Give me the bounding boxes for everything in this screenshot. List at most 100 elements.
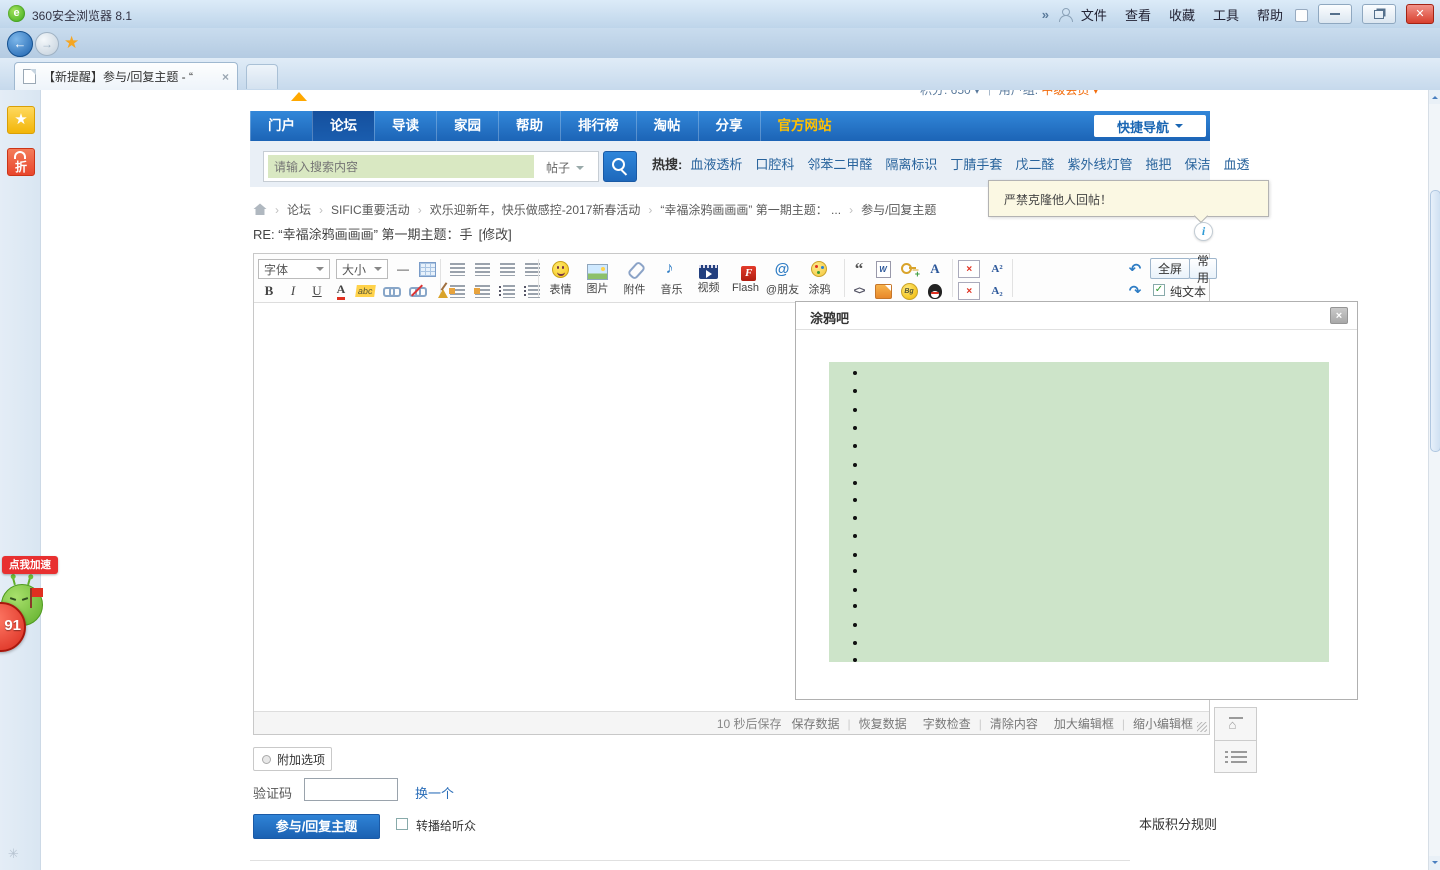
insert-table-button[interactable] xyxy=(416,259,438,279)
skin-theme-icon[interactable] xyxy=(1293,8,1308,21)
fullscreen-button[interactable]: 全屏 xyxy=(1150,258,1190,279)
bookmark-star-icon[interactable]: ★ xyxy=(64,33,79,53)
underline-button[interactable]: U xyxy=(306,281,328,301)
font-style-button[interactable]: A xyxy=(924,259,946,279)
font-color-button[interactable]: A xyxy=(330,281,352,301)
editor-action-link[interactable]: 缩小编辑框 xyxy=(1133,715,1193,732)
favorites-star-button[interactable]: ★ xyxy=(7,106,35,134)
paste-word-button[interactable]: W xyxy=(872,259,894,279)
insert-link-button[interactable] xyxy=(380,281,402,301)
editor-action-link[interactable]: 保存数据 xyxy=(792,715,859,732)
submit-reply-button[interactable]: 参与/回复主题 xyxy=(253,814,380,839)
free-resource-button[interactable]: + xyxy=(898,259,920,279)
align-right-button[interactable] xyxy=(496,259,518,279)
tool-涂鸦-button[interactable]: 涂鸦 xyxy=(801,257,838,301)
breadcrumb-item[interactable]: SIFIC重要活动 xyxy=(311,201,410,218)
new-tab-button[interactable] xyxy=(246,64,278,89)
hidden-content-button[interactable] xyxy=(872,281,894,301)
tool-图片-button[interactable]: 图片 xyxy=(579,257,616,301)
back-button[interactable]: ← xyxy=(7,31,33,57)
search-input[interactable] xyxy=(268,155,534,178)
tool-视频-button[interactable]: 视频 xyxy=(690,257,727,301)
breadcrumb-item[interactable]: 论坛 xyxy=(267,201,311,218)
settings-gear-icon[interactable]: ✳ xyxy=(8,846,19,862)
minimize-button[interactable] xyxy=(1318,4,1352,24)
breadcrumb-item[interactable]: 参与/回复主题 xyxy=(841,201,936,218)
undo-button[interactable]: ↶ xyxy=(1124,259,1146,279)
font-size-select[interactable]: 大小 xyxy=(336,259,388,279)
subscript-button[interactable]: A₂ xyxy=(986,281,1008,301)
vertical-scrollbar[interactable] xyxy=(1428,90,1440,870)
editor-action-link[interactable]: 恢复数据 xyxy=(859,715,907,732)
home-breadcrumb-icon[interactable] xyxy=(253,203,267,216)
editor-action-link[interactable]: 字数检查 xyxy=(923,715,990,732)
back-to-top-button[interactable] xyxy=(1214,707,1257,741)
nav-item-分享[interactable]: 分享 xyxy=(698,111,760,141)
close-button[interactable]: ✕ xyxy=(1406,4,1434,24)
nav-item-淘帖[interactable]: 淘帖 xyxy=(636,111,698,141)
remove-format-button[interactable]: × xyxy=(958,259,980,279)
redo-button[interactable]: ↷ xyxy=(1124,281,1146,301)
nav-item-排行榜[interactable]: 排行榜 xyxy=(560,111,636,141)
tool-@朋友-button[interactable]: @朋友 xyxy=(764,257,801,301)
ordered-list-button[interactable] xyxy=(496,281,518,301)
broadcast-checkbox[interactable] xyxy=(396,818,408,830)
qq-emote-button[interactable] xyxy=(924,281,946,301)
toolbar-overflow-chevron[interactable]: » xyxy=(1042,7,1049,22)
plain-text-checkbox[interactable]: ✓ xyxy=(1153,284,1165,296)
breadcrumb-item[interactable]: “幸福涂鸦画画画” 第一期主题： ... xyxy=(640,201,841,218)
highlight-button[interactable]: abc xyxy=(354,281,376,301)
editor-action-link[interactable]: 加大编辑框 xyxy=(1054,715,1133,732)
doodle-canvas[interactable] xyxy=(829,362,1329,662)
hot-search-link[interactable]: 邻苯二甲醛 xyxy=(807,154,872,173)
info-icon[interactable]: i xyxy=(1194,222,1213,241)
horizontal-rule-button[interactable]: — xyxy=(392,259,414,279)
unordered-list-button[interactable] xyxy=(521,281,543,301)
forward-button[interactable]: → xyxy=(35,32,59,56)
discount-bag-button[interactable]: 折 xyxy=(7,148,35,176)
menu-item[interactable]: 帮助 xyxy=(1257,5,1283,24)
breadcrumb-item[interactable]: 欢乐迎新年，快乐做感控-2017新春活动 xyxy=(410,201,641,218)
remove-link-button[interactable] xyxy=(406,281,428,301)
tool-附件-button[interactable]: 附件 xyxy=(616,257,653,301)
scroll-up-button[interactable] xyxy=(1429,90,1440,104)
hot-search-link[interactable]: 血液透析 xyxy=(690,154,742,173)
search-button[interactable] xyxy=(603,151,637,182)
superscript-button[interactable]: A² xyxy=(986,259,1008,279)
scroll-down-button[interactable] xyxy=(1429,856,1440,870)
captcha-input[interactable] xyxy=(304,778,398,801)
tool-表情-button[interactable]: 表情 xyxy=(542,257,579,301)
tool-Flash-button[interactable]: Flash xyxy=(727,257,764,301)
additional-options-button[interactable]: 附加选项 xyxy=(253,747,332,771)
align-center-button[interactable] xyxy=(471,259,493,279)
bold-button[interactable]: B xyxy=(258,281,280,301)
outdent-button[interactable] xyxy=(471,281,493,301)
doodle-close-button[interactable]: × xyxy=(1330,307,1348,324)
tool-音乐-button[interactable]: 音乐 xyxy=(653,257,690,301)
maximize-button[interactable] xyxy=(1362,4,1396,24)
hot-search-link[interactable]: 丁腈手套 xyxy=(950,154,1002,173)
nav-item-帮助[interactable]: 帮助 xyxy=(498,111,560,141)
quick-nav-button[interactable]: 快捷导航 xyxy=(1094,115,1206,137)
nav-item-官方网站[interactable]: 官方网站 xyxy=(760,111,849,141)
tab-active[interactable]: 【新提醒】参与/回复主题 - “ × xyxy=(14,62,238,90)
font-family-select[interactable]: 字体 xyxy=(258,259,330,279)
remove-format2-button[interactable]: × xyxy=(958,281,980,301)
captcha-refresh-link[interactable]: 换一个 xyxy=(415,783,454,802)
nav-item-家园[interactable]: 家园 xyxy=(436,111,498,141)
indent-button[interactable] xyxy=(446,281,468,301)
booster-tooltip[interactable]: 点我加速 xyxy=(2,556,58,574)
tab-close-icon[interactable]: × xyxy=(222,70,229,84)
hot-search-link[interactable]: 紫外线灯管 xyxy=(1067,154,1132,173)
menu-item[interactable]: 文件 xyxy=(1081,5,1107,24)
quote-button[interactable]: “ xyxy=(848,259,870,279)
nav-item-导读[interactable]: 导读 xyxy=(374,111,436,141)
common-button[interactable]: 常用 xyxy=(1189,258,1217,279)
user-account-icon[interactable] xyxy=(1059,8,1071,20)
hot-search-link[interactable]: 保洁 xyxy=(1184,154,1210,173)
credits-rule-link[interactable]: 本版积分规则 xyxy=(1139,814,1217,833)
menu-item[interactable]: 工具 xyxy=(1213,5,1239,24)
hot-search-link[interactable]: 拖把 xyxy=(1145,154,1171,173)
scrollbar-thumb[interactable] xyxy=(1430,190,1440,452)
thread-list-button[interactable] xyxy=(1214,740,1257,773)
